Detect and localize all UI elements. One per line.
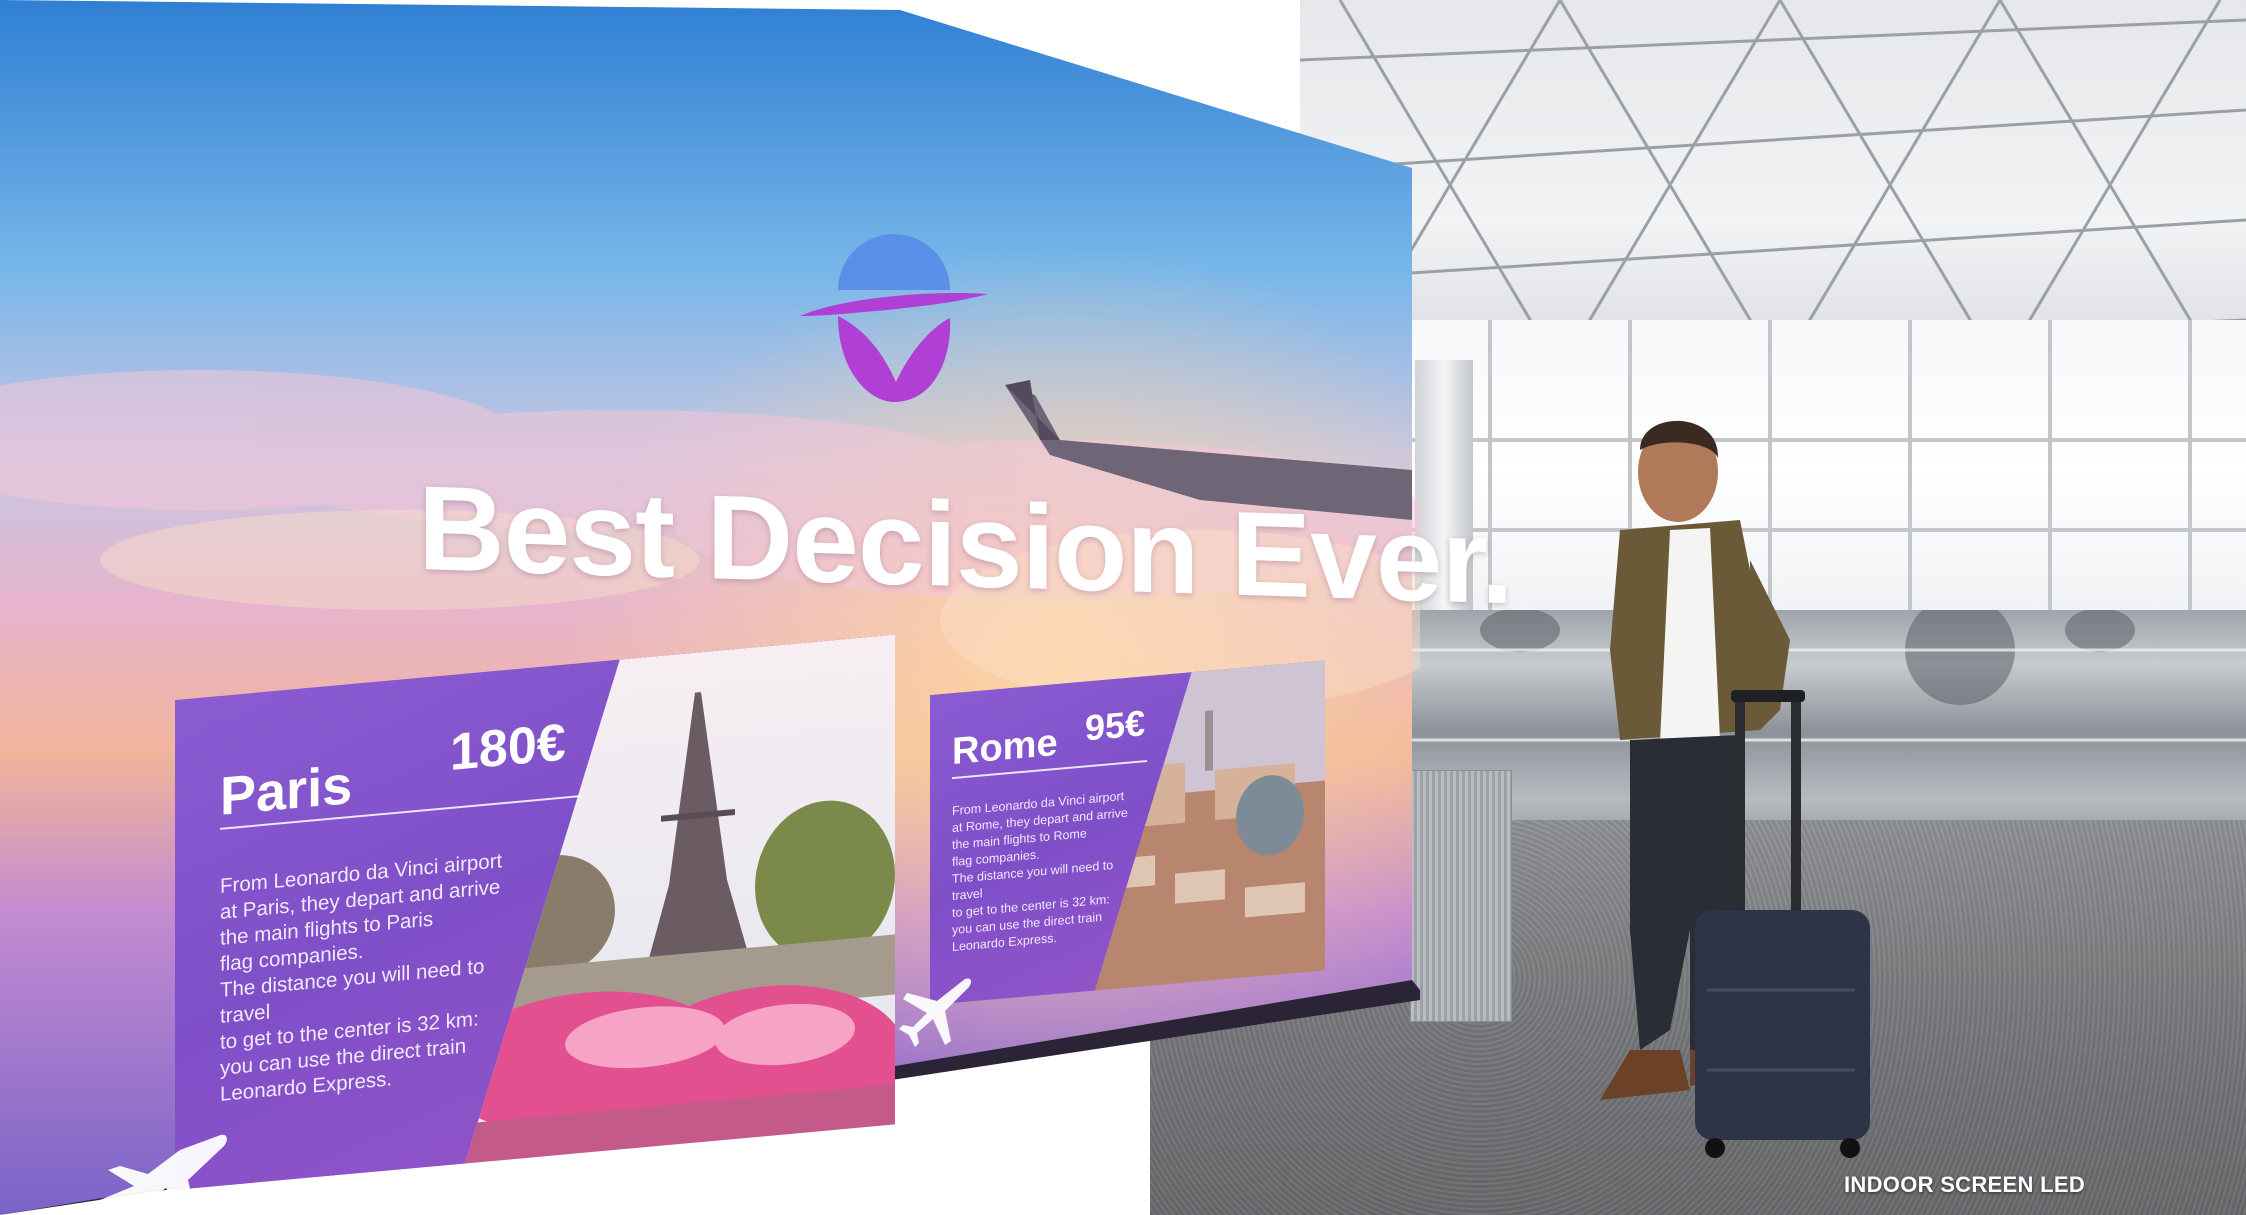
airplane-icon	[899, 978, 972, 1047]
ceiling-truss	[1299, 0, 2246, 371]
card-price: 180€	[450, 713, 566, 782]
ad-headline: Best Decision Ever.	[418, 461, 1513, 630]
airport-led-wall-scene: Best Decision Ever. Paris 180€ From Leon…	[0, 0, 2246, 1215]
card-description: From Leonardo da Vinci airport at Paris,…	[220, 849, 503, 1106]
image-caption: INDOOR SCREEN LED	[1844, 1172, 2086, 1197]
airplane-icon	[100, 1134, 227, 1215]
rolling-suitcase	[1695, 690, 1870, 1158]
destination-card-rome: Rome 95€ From Leonardo da Vinci airport …	[930, 660, 1325, 1005]
card-description: From Leonardo da Vinci airport at Rome, …	[952, 789, 1128, 955]
waste-bin	[1410, 770, 1512, 1022]
travel-brand-logo-icon	[800, 234, 988, 402]
terminal-ceiling	[1299, 0, 2246, 371]
destination-card-paris: Paris 180€ From Leonardo da Vinci airpor…	[175, 634, 895, 1190]
card-price: 95€	[1085, 702, 1146, 749]
